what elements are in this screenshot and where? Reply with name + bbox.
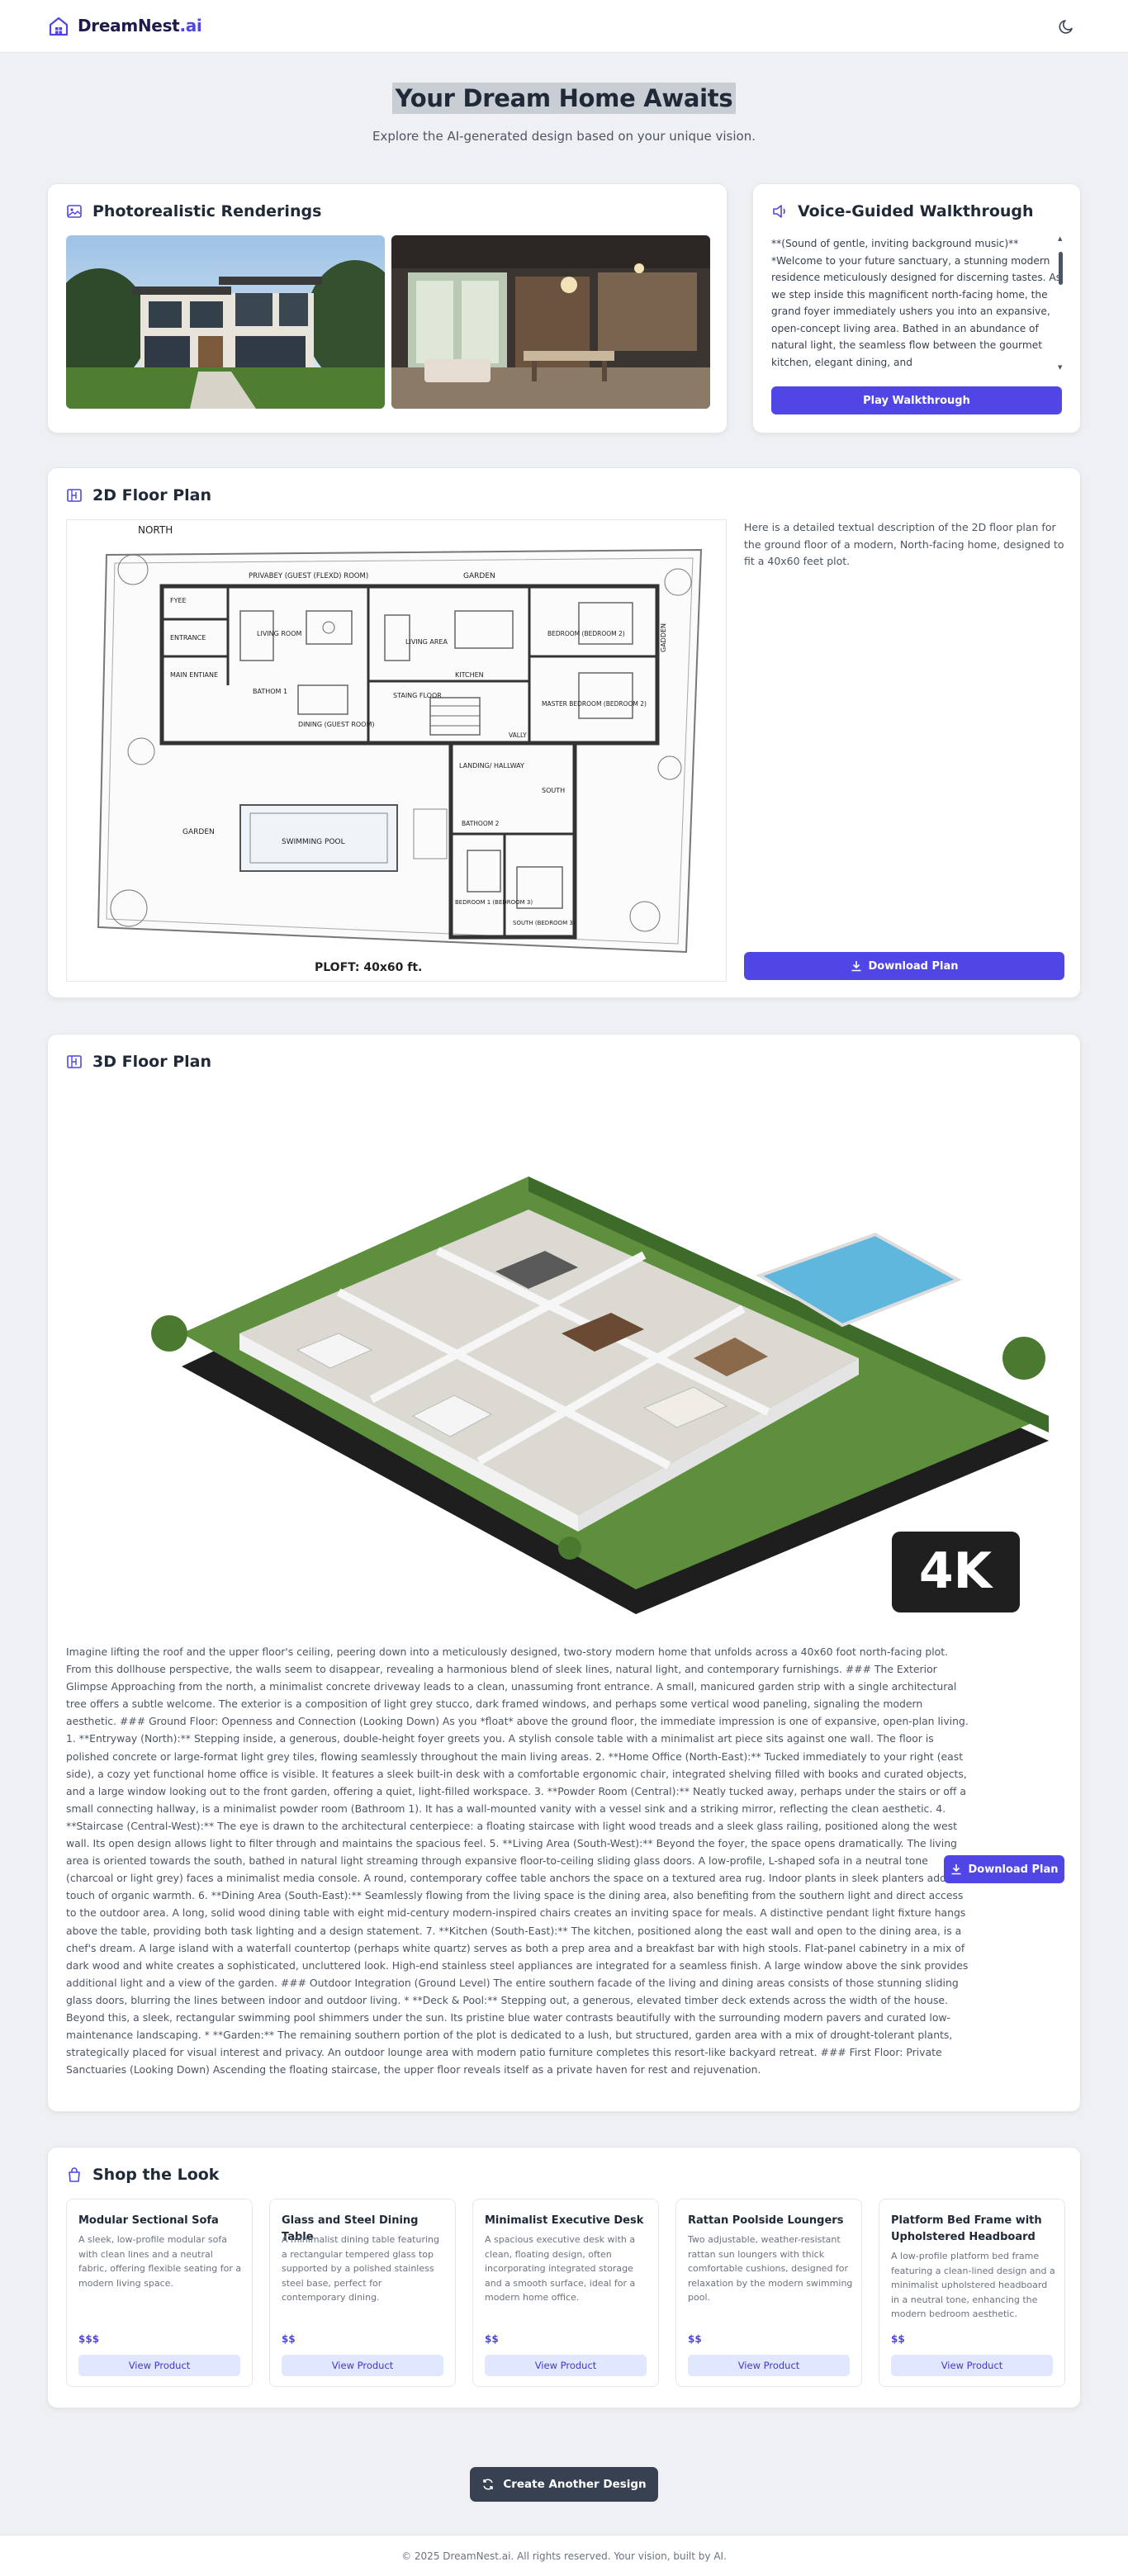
plan-bathroom1-label: BATHOM 1 <box>253 688 287 695</box>
shop-title-text: Shop the Look <box>92 2166 220 2184</box>
logo[interactable]: DreamNest.ai <box>78 16 202 36</box>
logo-suffix: .ai <box>179 16 202 36</box>
floor-plan-2d-card: 2D Floor Plan NORTH PRIVABEY (GUEST (FLE… <box>47 467 1081 998</box>
download-icon <box>951 1864 960 1875</box>
renderings-card: Photorealistic Renderings <box>47 183 728 433</box>
plan-foyer-label: FYEE <box>170 597 187 604</box>
product-card: Minimalist Executive Desk A spacious exe… <box>472 2199 659 2387</box>
plan-entrance-label: ENTRANCE <box>170 634 206 642</box>
blueprint-icon <box>67 489 82 502</box>
plan-north-label: NORTH <box>138 524 173 536</box>
product-name: Platform Bed Frame with Upholstered Head… <box>891 2214 1042 2243</box>
plan-plot-label: PLOFT: 40x60 ft. <box>315 961 422 974</box>
scroll-thumb[interactable] <box>1059 252 1063 285</box>
view-product-button[interactable]: View Product <box>282 2355 443 2376</box>
shop-title: Shop the Look <box>66 2166 219 2184</box>
renderings-title: Photorealistic Renderings <box>66 202 321 220</box>
product-description: A sleek, low-profile modular sofa with c… <box>78 2234 242 2289</box>
plan-dining-label: DINING (GUEST ROOM) <box>298 721 375 728</box>
blueprint-icon <box>67 1055 82 1068</box>
plan-bedroom1-label: BEDROOM 1 (BEDROOM 3) <box>455 899 533 906</box>
hero-title: Your Dream Home Awaits <box>0 83 1128 114</box>
view-product-button[interactable]: View Product <box>891 2355 1053 2376</box>
download-icon <box>851 961 860 972</box>
product-price: $$ <box>891 2333 905 2345</box>
logo-prefix: DreamNest <box>78 16 180 36</box>
plan-living-area-label: LIVING AREA <box>405 638 448 646</box>
plan-main-entrance-label: MAIN ENTIANE <box>170 671 218 679</box>
floor-plan-3d-title-text: 3D Floor Plan <box>92 1053 211 1071</box>
product-name: Minimalist Executive Desk <box>485 2214 644 2227</box>
floor-plan-3d-card: 3D Floor Plan 4K Imagine lifting the roo… <box>47 1034 1081 2112</box>
renderings-title-text: Photorealistic Renderings <box>92 202 322 220</box>
download-2d-plan-label: Download Plan <box>868 959 959 973</box>
plan-south-bedroom-label: SOUTH (BEDROOM 3) <box>513 920 576 926</box>
view-product-button[interactable]: View Product <box>485 2355 647 2376</box>
download-3d-plan-label: Download Plan <box>968 1863 1059 1876</box>
plan-staircase-label: STAING FLOOR <box>393 692 442 699</box>
site-header: DreamNest.ai <box>0 0 1128 53</box>
plan-pool-label: SWIMMING POOL <box>282 838 345 846</box>
floor-plan-2d-title-text: 2D Floor Plan <box>92 486 211 504</box>
plan-bathroom2-label: BATHOOM 2 <box>462 820 500 827</box>
plan-south-label: SOUTH <box>542 787 565 794</box>
floor-plan-2d-title: 2D Floor Plan <box>66 486 211 504</box>
plan-privacy-label: PRIVABEY (GUEST (FLEXD) ROOM) <box>249 572 368 580</box>
product-description: A spacious executive desk with a clean, … <box>485 2234 636 2303</box>
floor-plan-2d-description: Here is a detailed textual description o… <box>744 521 1064 567</box>
product-price: $$ <box>688 2333 702 2345</box>
plan-garden-top-label: GARDEN <box>463 572 495 580</box>
view-product-button[interactable]: View Product <box>688 2355 850 2376</box>
shop-card: Shop the Look Modular Sectional Sofa A s… <box>47 2147 1081 2408</box>
product-card: Glass and Steel Dining Table A minimalis… <box>269 2199 456 2387</box>
plan-garden-right-label: GADDEN <box>660 623 667 652</box>
create-another-design-button[interactable]: Create Another Design <box>470 2467 658 2502</box>
floor-plan-2d-image[interactable]: NORTH PRIVABEY (GUEST (FLEXD) ROOM) GARD… <box>66 519 727 982</box>
hero-title-text: Your Dream Home Awaits <box>391 83 737 114</box>
refresh-icon <box>483 2479 494 2490</box>
product-description: Two adjustable, weather-resistant rattan… <box>688 2234 853 2303</box>
download-2d-plan-button[interactable]: Download Plan <box>744 952 1064 980</box>
plan-master-label: MASTER BEDROOM (BEDROOM 2) <box>542 700 647 708</box>
image-icon <box>67 205 82 218</box>
plan-kitchen-label: KITCHEN <box>455 671 484 679</box>
walkthrough-title: Voice-Guided Walkthrough <box>771 202 1034 220</box>
shopping-bag-icon <box>69 2167 80 2182</box>
footer-text: © 2025 DreamNest.ai. All rights reserved… <box>401 2550 727 2562</box>
walkthrough-card: Voice-Guided Walkthrough **(Sound of gen… <box>752 183 1081 433</box>
product-price: $$$ <box>78 2333 100 2345</box>
house-icon <box>49 17 69 36</box>
product-card: Modular Sectional Sofa A sleek, low-prof… <box>66 2199 253 2387</box>
product-name: Rattan Poolside Loungers <box>688 2214 844 2227</box>
product-description: A minimalist dining table featuring a re… <box>282 2234 440 2303</box>
site-footer: © 2025 DreamNest.ai. All rights reserved… <box>0 2535 1128 2576</box>
floor-plan-3d-image[interactable]: 4K <box>66 1086 1064 1631</box>
download-3d-plan-button[interactable]: Download Plan <box>944 1855 1064 1883</box>
play-walkthrough-button[interactable]: Play Walkthrough <box>771 386 1062 414</box>
product-description: A low-profile platform bed frame featuri… <box>891 2251 1055 2319</box>
speaker-icon <box>773 205 785 218</box>
product-name: Modular Sectional Sofa <box>78 2214 219 2227</box>
moon-icon[interactable] <box>1057 17 1077 36</box>
plan-landing-label: LANDING/ HALLWAY <box>459 762 524 769</box>
create-another-design-label: Create Another Design <box>503 2478 647 2491</box>
walkthrough-title-text: Voice-Guided Walkthrough <box>798 202 1034 220</box>
hero-subtitle: Explore the AI-generated design based on… <box>372 129 756 144</box>
interior-rendering[interactable] <box>391 235 710 409</box>
walkthrough-scrollbar[interactable]: ▲ ▼ <box>1058 235 1064 371</box>
plan-living-room-label: LIVING ROOM <box>257 630 302 637</box>
floor-plan-3d-title: 3D Floor Plan <box>66 1053 211 1071</box>
product-price: $$ <box>282 2333 296 2345</box>
floor-plan-3d-description: Imagine lifting the roof and the upper f… <box>66 1646 969 2076</box>
product-card: Rattan Poolside Loungers Two adjustable,… <box>675 2199 862 2387</box>
product-card: Platform Bed Frame with Upholstered Head… <box>879 2199 1065 2387</box>
product-price: $$ <box>485 2333 499 2345</box>
4k-badge: 4K <box>919 1542 994 1600</box>
plan-vally-label: VALLY <box>509 732 527 739</box>
walkthrough-script[interactable]: **(Sound of gentle, inviting background … <box>771 235 1062 371</box>
exterior-rendering[interactable] <box>66 235 385 409</box>
view-product-button[interactable]: View Product <box>78 2355 240 2376</box>
plan-bedroom2-label: BEDROOM (BEDROOM 2) <box>547 630 625 637</box>
plan-garden-left-label: GARDEN <box>182 828 215 836</box>
